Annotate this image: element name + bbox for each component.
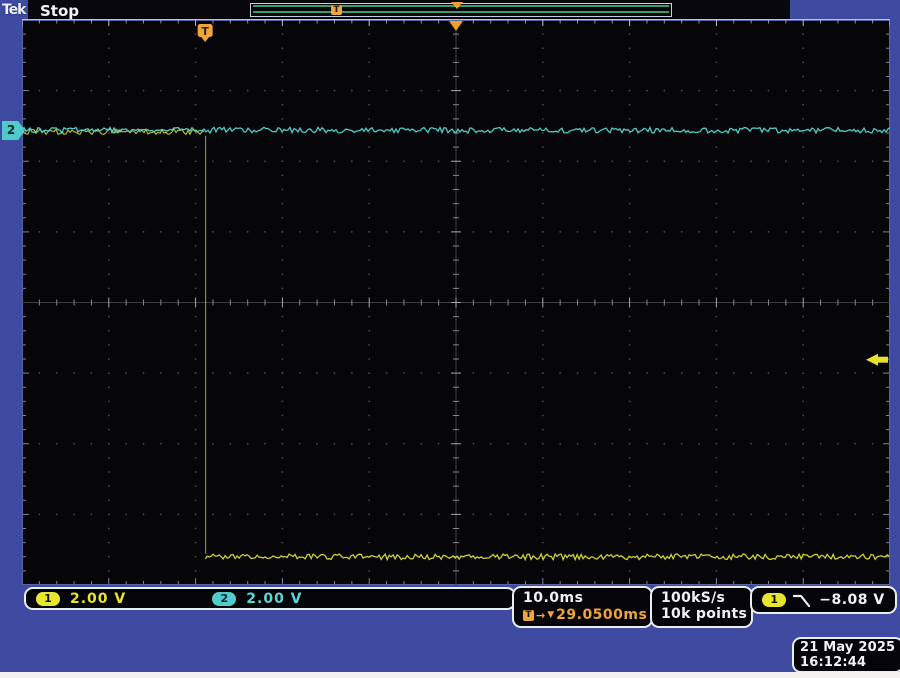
trigger-flag-icon: T (523, 610, 534, 621)
ch1-badge-icon: 1 (36, 592, 60, 606)
trigger-readout: 1 −8.08 V (750, 586, 897, 614)
record-length: 10k points (661, 606, 751, 622)
trigger-delay-value: 29.0500ms (556, 607, 647, 623)
trigger-delay-readout: T → ▼ 29.0500ms (523, 607, 651, 623)
falling-edge-slope-icon (793, 593, 812, 608)
trigger-source-badge-icon: 1 (762, 593, 786, 607)
oscilloscope-screen: Tek Stop T T 2 1 2.00 V 2 2.00 V 10.0ms … (0, 0, 900, 678)
ch2-badge-icon: 2 (212, 592, 236, 606)
datetime-readout: 21 May 2025 16:12:44 (792, 637, 900, 673)
acquisition-readout: 100kS/s 10k points (650, 586, 753, 628)
timebase-scale: 10.0ms (523, 590, 651, 606)
sample-rate: 100kS/s (661, 590, 751, 606)
page-edge (0, 672, 900, 678)
date-value: 21 May 2025 (800, 640, 900, 655)
preview-trace-line (253, 11, 669, 13)
ch2-scale-group: 2 2.00 V (212, 591, 302, 607)
ch2-scale: 2.00 V (246, 591, 302, 607)
preview-trigger-position-icon (451, 2, 463, 9)
triangle-down-icon: ▼ (547, 610, 554, 620)
graticule-display: T (22, 14, 890, 586)
time-value: 16:12:44 (800, 655, 900, 670)
arrow-right-icon: → (536, 609, 545, 622)
horizontal-readout: 10.0ms T → ▼ 29.0500ms (512, 586, 653, 628)
svg-text:T: T (201, 25, 209, 38)
ch1-scale: 2.00 V (70, 591, 126, 607)
trigger-level-value: −8.08 V (819, 592, 884, 608)
channel-scale-readout: 1 2.00 V 2 2.00 V (24, 587, 516, 610)
